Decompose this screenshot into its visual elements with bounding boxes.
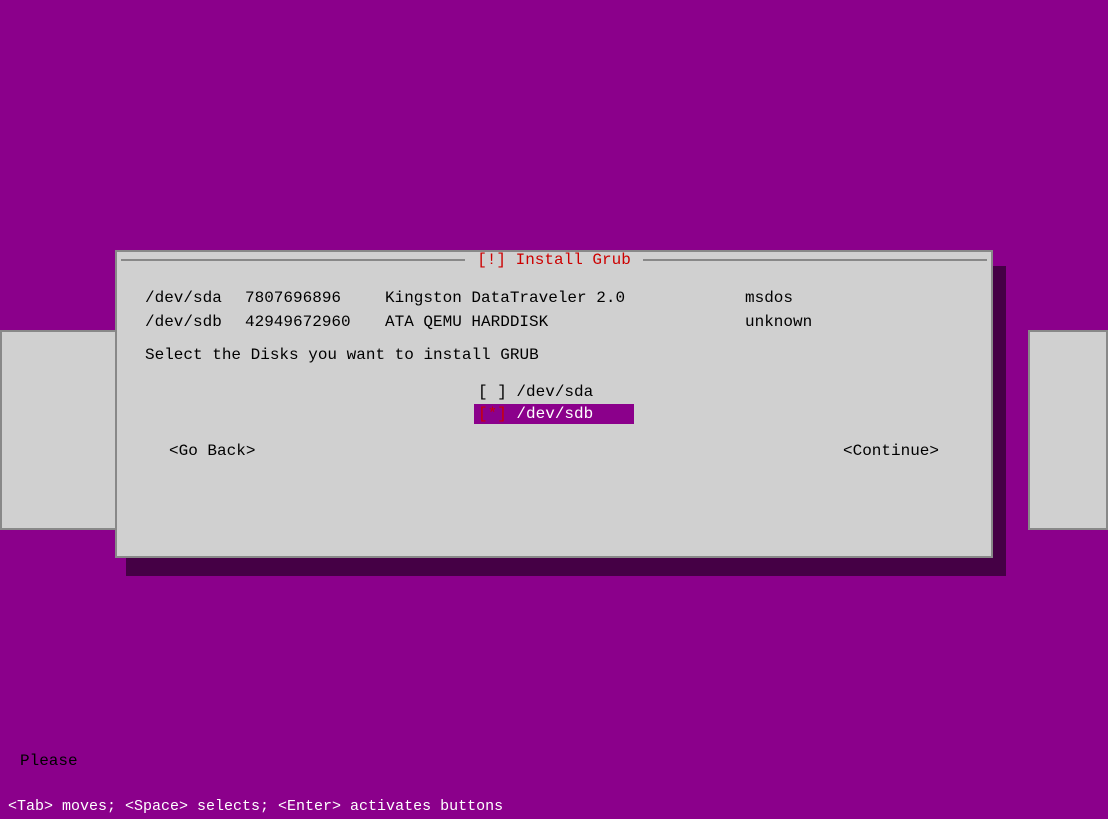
disk-table: /dev/sda 7807696896 Kingston DataTravele… <box>145 286 963 334</box>
disk-sdb-device: /dev/sdb <box>145 310 245 334</box>
title-line-right <box>643 259 987 261</box>
title-bar: [!] Install Grub <box>117 251 991 269</box>
select-prompt: Select the Disks you want to install GRU… <box>145 346 963 364</box>
dialog-content: /dev/sda 7807696896 Kingston DataTravele… <box>117 266 991 478</box>
install-grub-dialog: [!] Install Grub /dev/sda 7807696896 Kin… <box>115 250 993 558</box>
go-back-button[interactable]: <Go Back> <box>165 440 259 462</box>
disk-sdb-size: 42949672960 <box>245 310 385 334</box>
checkbox-list: [ ] /dev/sda [*] /dev/sdb <box>145 382 963 424</box>
buttons-row: <Go Back> <Continue> <box>145 440 963 462</box>
sda-label: /dev/sda <box>516 383 593 401</box>
disk-row-sda: /dev/sda 7807696896 Kingston DataTravele… <box>145 286 963 310</box>
checkbox-sdb[interactable]: [*] /dev/sdb <box>474 404 634 424</box>
disk-row-sdb: /dev/sdb 42949672960 ATA QEMU HARDDISK u… <box>145 310 963 334</box>
bg-purple-bar-right <box>1046 692 1096 732</box>
background-dialog-left: Please <box>0 330 120 530</box>
disk-sdb-type: unknown <box>745 310 845 334</box>
disk-sda-name: Kingston DataTraveler 2.0 <box>385 286 745 310</box>
title-line-left <box>121 259 465 261</box>
disk-sda-device: /dev/sda <box>145 286 245 310</box>
sda-marker: [ ] <box>478 383 516 401</box>
background-dialog-right <box>1028 330 1108 530</box>
bg-dialog-text: Please <box>20 752 78 770</box>
sdb-label: /dev/sdb <box>516 405 593 423</box>
continue-button[interactable]: <Continue> <box>839 440 943 462</box>
status-bar: <Tab> moves; <Space> selects; <Enter> ac… <box>0 794 1108 819</box>
bg-purple-bar-left <box>32 692 92 732</box>
checkbox-sda[interactable]: [ ] /dev/sda <box>474 382 634 402</box>
disk-sda-type: msdos <box>745 286 845 310</box>
disk-sda-size: 7807696896 <box>245 286 385 310</box>
sdb-marker: [*] <box>478 405 516 423</box>
disk-sdb-name: ATA QEMU HARDDISK <box>385 310 745 334</box>
dialog-title: [!] Install Grub <box>469 251 639 269</box>
screen: Please [!] Install Grub /dev/sda 7807696… <box>0 0 1108 819</box>
